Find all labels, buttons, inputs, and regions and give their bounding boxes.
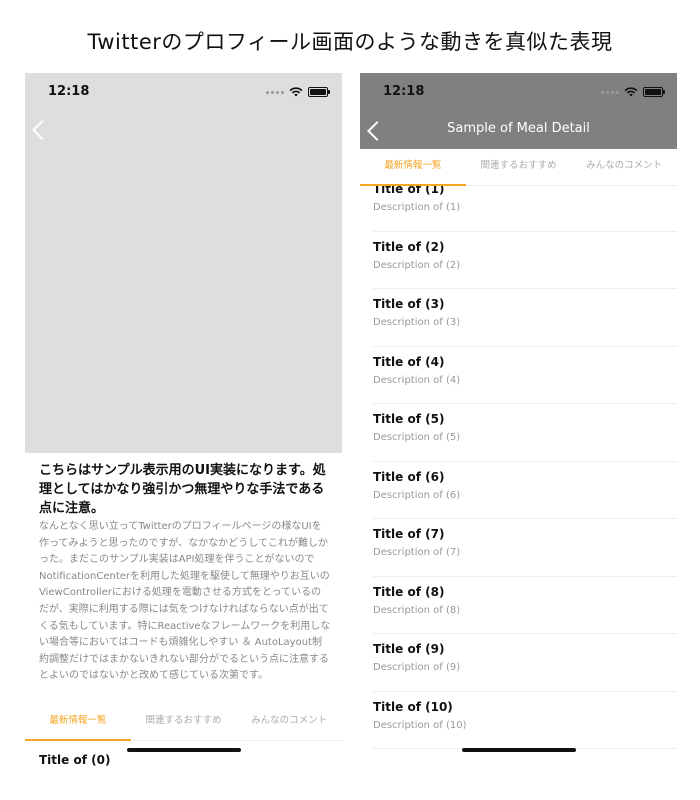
list-item-description: Description of (1) [373, 202, 461, 213]
list-item-title[interactable]: Title of (0) [39, 753, 110, 767]
nav-title: Sample of Meal Detail [447, 121, 590, 136]
list-item-description: Description of (5) [373, 432, 461, 443]
list-item[interactable]: Title of (7) Description of (7) [373, 518, 677, 577]
list-item-title: Title of (3) [373, 297, 445, 311]
header-image [25, 73, 342, 453]
tab-latest[interactable]: 最新情報一覧 [25, 704, 131, 741]
battery-icon [308, 87, 330, 97]
list-item-title: Title of (5) [373, 412, 445, 426]
list-item[interactable]: Title of (8) Description of (8) [373, 576, 677, 634]
status-bar: 12:18 [360, 73, 677, 113]
list-item[interactable]: Title of (2) Description of (2) [373, 231, 677, 289]
list-item-description: Description of (9) [373, 662, 461, 673]
list-item-description: Description of (10) [373, 719, 467, 731]
battery-icon [643, 87, 665, 97]
status-bar: 12:18 [25, 73, 342, 113]
tab-bar: 最新情報一覧 関連するおすすめ みんなのコメント [360, 149, 677, 186]
status-time: 12:18 [48, 84, 90, 99]
list-item-title: Title of (10) [373, 699, 453, 714]
profile-screen: 12:18 こちらはサンプル表示用のUI実装になります。処理としてはかなり強引か… [25, 73, 342, 773]
status-time: 12:18 [383, 84, 425, 99]
detail-screen: Sample of Meal Detail 12:18 Title of (1)… [360, 73, 677, 773]
list-item-title: Title of (2) [373, 239, 445, 254]
list-item[interactable]: Title of (6) Description of (6) [373, 461, 677, 519]
list-item-description: Description of (3) [373, 317, 461, 328]
list-item[interactable]: Title of (9) Description of (9) [373, 633, 677, 692]
signal-icon [601, 90, 619, 94]
list-item-title: Title of (7) [373, 527, 445, 541]
list-item[interactable]: Title of (4) Description of (4) [373, 346, 677, 404]
home-indicator [461, 748, 576, 752]
list-item-title: Title of (4) [373, 354, 445, 369]
tab-bar: 最新情報一覧 関連するおすすめ みんなのコメント [25, 704, 342, 741]
signal-icon [266, 90, 284, 94]
profile-description: なんとなく思い立ってTwitterのプロフィールページの様なUIを作ってみようと… [39, 521, 331, 682]
home-indicator [126, 748, 241, 752]
tab-comments[interactable]: みんなのコメント [571, 149, 677, 185]
list-item-description: Description of (8) [373, 604, 461, 616]
wifi-icon [624, 87, 638, 97]
list-item[interactable]: Title of (10) Description of (10) [373, 691, 677, 749]
tab-recommend[interactable]: 関連するおすすめ [131, 704, 237, 740]
list-item-title: Title of (8) [373, 584, 445, 599]
list-item-description: Description of (6) [373, 489, 461, 501]
list-item[interactable]: Title of (5) Description of (5) [373, 403, 677, 462]
list-item-title: Title of (6) [373, 469, 445, 484]
profile-headline: こちらはサンプル表示用のUI実装になります。処理としてはかなり強引かつ無理やりな… [39, 463, 326, 516]
wifi-icon [289, 87, 303, 97]
list-item[interactable]: Title of (3) Description of (3) [373, 288, 677, 347]
tab-comments[interactable]: みんなのコメント [236, 704, 342, 740]
tab-latest[interactable]: 最新情報一覧 [360, 149, 466, 186]
list-item-description: Description of (4) [373, 374, 461, 386]
list-item-title: Title of (9) [373, 642, 445, 656]
tab-recommend[interactable]: 関連するおすすめ [466, 149, 572, 185]
list-item-description: Description of (7) [373, 547, 461, 558]
list-item-description: Description of (2) [373, 259, 461, 271]
page-title: Twitterのプロフィール画面のような動きを真似た表現 [87, 30, 613, 54]
